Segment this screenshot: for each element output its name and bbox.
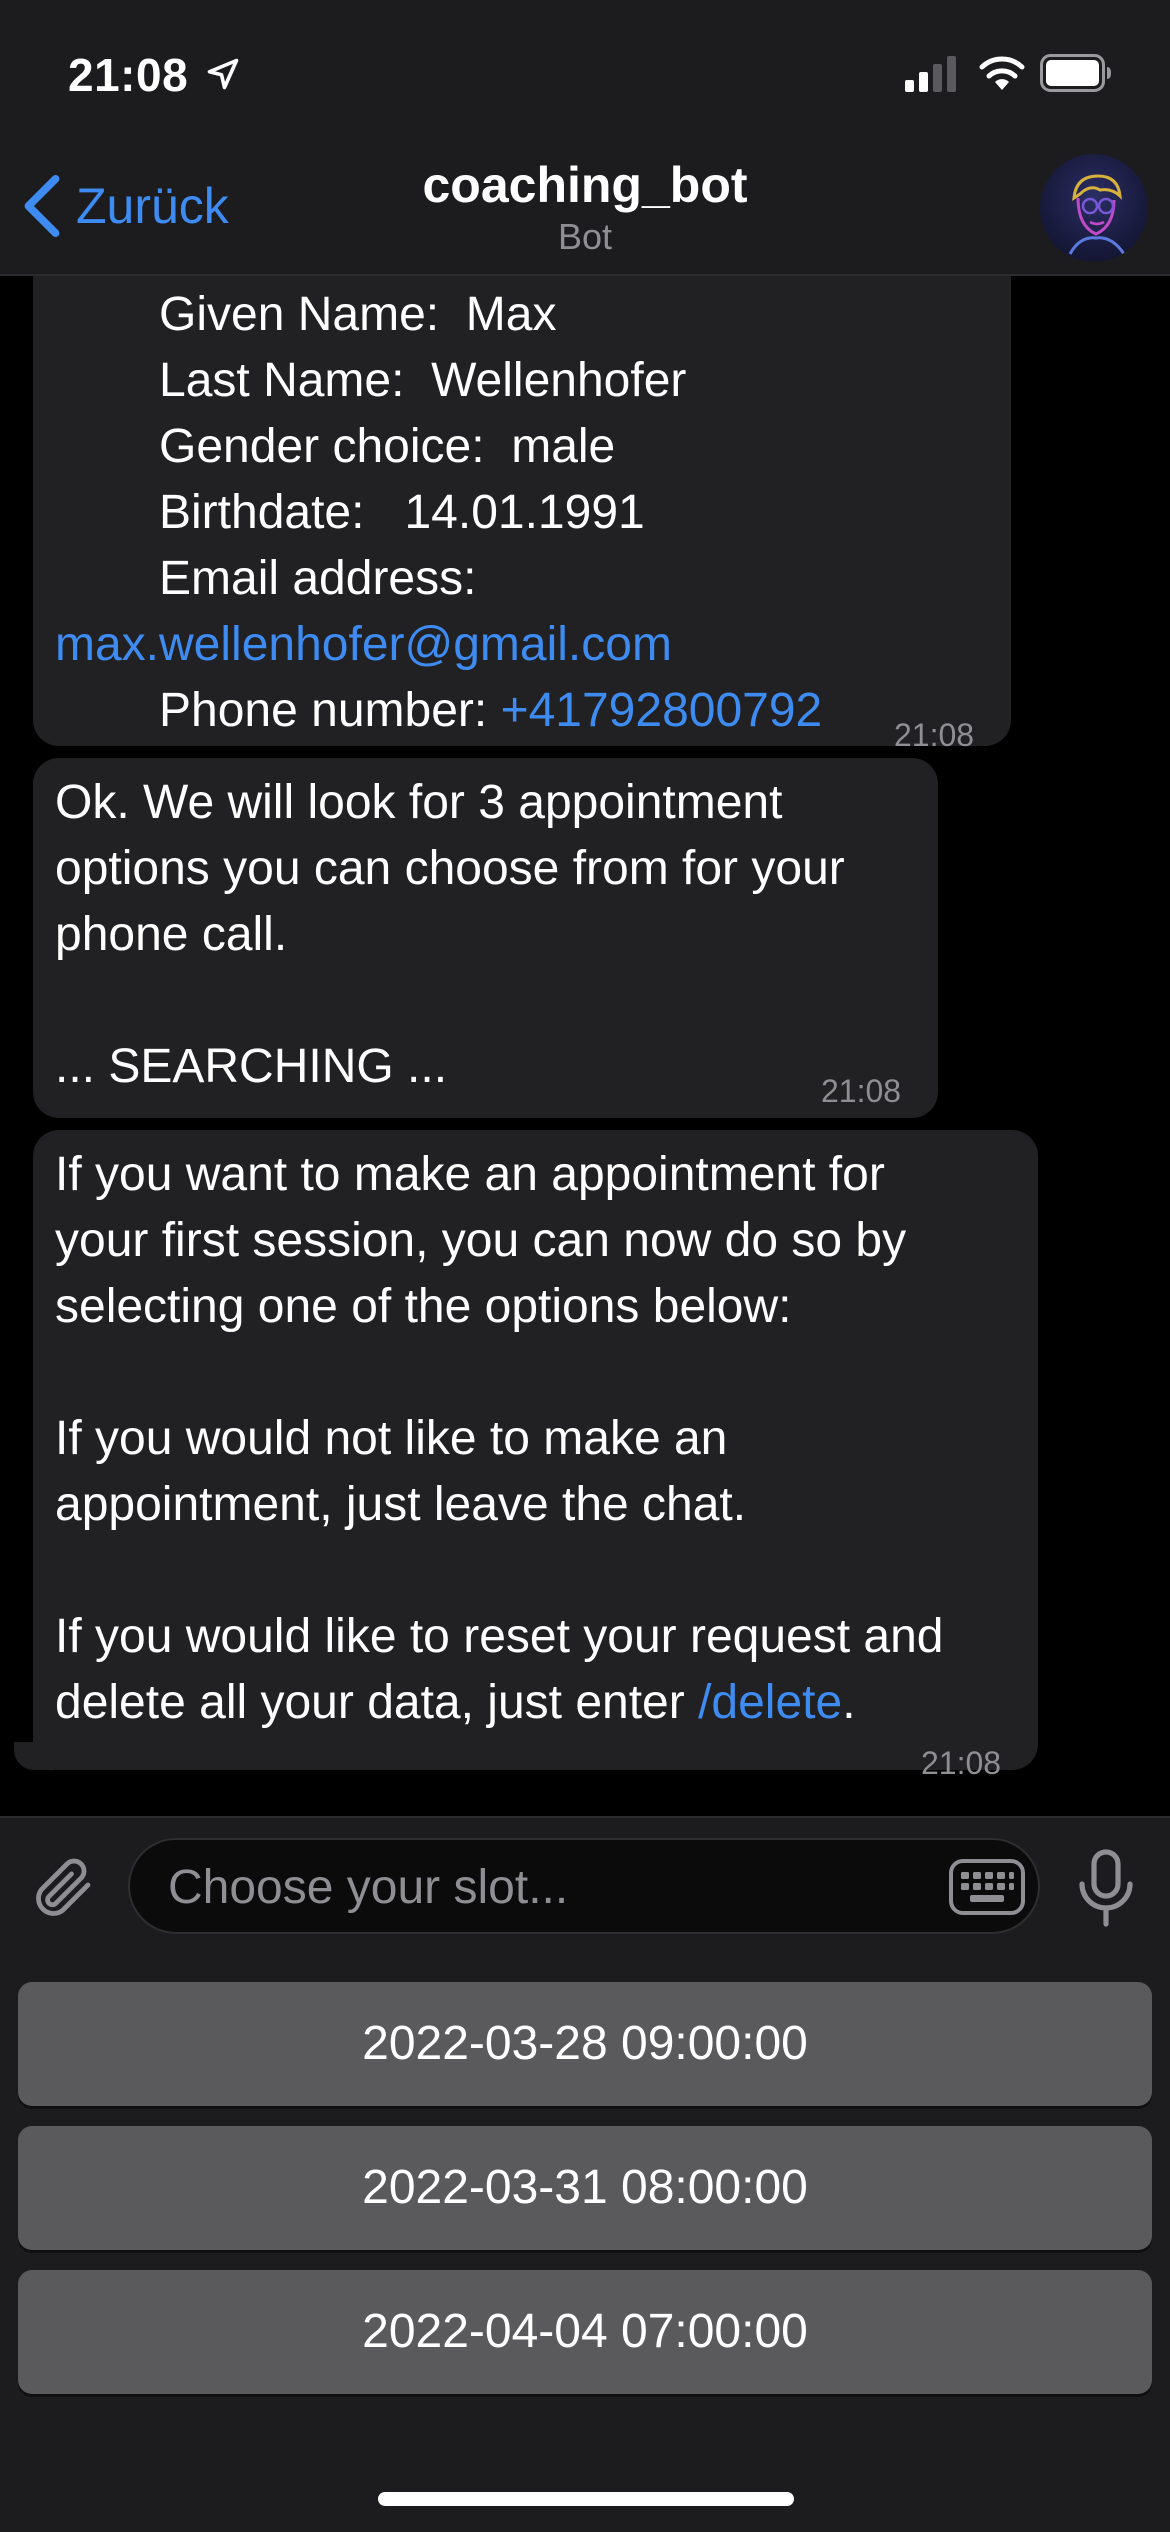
nav-bar: Zurück coaching_bot Bot — [0, 150, 1170, 276]
status-bar: 21:08 — [0, 0, 1170, 150]
field-birthdate: Birthdate: 14.01.1991 — [159, 486, 645, 539]
slot-option-button[interactable]: 2022-04-04 07:00:00 — [18, 2270, 1152, 2394]
message-input[interactable] — [166, 1840, 950, 1934]
avatar[interactable] — [1040, 154, 1148, 262]
message-line: selecting one of the options below: — [55, 1280, 792, 1333]
message-time: 21:08 — [821, 1073, 902, 1109]
message-bubble-instructions: If you want to make an appointment for y… — [33, 1130, 1038, 1781]
input-bar — [0, 1816, 1170, 1958]
message-line: appointment, just leave the chat. — [55, 1478, 747, 1531]
chat-subtitle: Bot — [557, 216, 613, 257]
message-line: If you would not like to make an — [55, 1412, 728, 1465]
message-line: ... SEARCHING ... — [55, 1040, 448, 1093]
message-line: If you want to make an appointment for — [55, 1148, 885, 1201]
microphone-icon[interactable] — [1070, 1848, 1142, 1928]
location-arrow-icon — [207, 58, 239, 90]
message-line-delete: delete all your data, just enter /delete… — [55, 1676, 856, 1729]
message-line: phone call. — [55, 908, 288, 961]
message-line: your first session, you can now do so by — [55, 1214, 907, 1267]
home-indicator[interactable] — [378, 2492, 794, 2506]
slot-option-button[interactable]: 2022-03-31 08:00:00 — [18, 2126, 1152, 2250]
avatar-illustration — [1068, 174, 1126, 255]
message-field — [128, 1838, 1040, 1934]
delete-command-link[interactable]: /delete — [698, 1676, 842, 1729]
signal-icon — [905, 56, 956, 92]
chat-title[interactable]: coaching_bot — [0, 156, 1170, 214]
message-bubble-profile: Given Name: Max Last Name: Wellenhofer G… — [33, 276, 1011, 753]
message-line: options you can choose from for your — [55, 842, 845, 895]
field-email-label: Email address: — [159, 552, 477, 605]
email-link[interactable]: max.wellenhofer@gmail.com — [55, 612, 672, 678]
wifi-icon — [979, 56, 1025, 90]
keyboard-icon[interactable] — [948, 1858, 1026, 1916]
field-gender: Gender choice: male — [159, 420, 616, 473]
status-time: 21:08 — [68, 49, 189, 101]
field-phone: Phone number: +41792800792 — [159, 684, 823, 737]
battery-icon — [1040, 54, 1111, 92]
phone-link[interactable]: +41792800792 — [501, 684, 823, 737]
message-time: 21:08 — [921, 1745, 1002, 1781]
chat-area[interactable]: Given Name: Max Last Name: Wellenhofer G… — [0, 276, 1170, 1816]
bubble-tail — [14, 1742, 54, 1770]
reply-keyboard: 2022-03-28 09:00:00 2022-03-31 08:00:00 … — [0, 1956, 1170, 2532]
field-last-name: Last Name: Wellenhofer — [159, 354, 687, 407]
field-given-name: Given Name: Max — [159, 288, 557, 341]
message-line: If you would like to reset your request … — [55, 1610, 944, 1663]
message-bubble-searching: Ok. We will look for 3 appointment optio… — [33, 758, 938, 1118]
slot-option-button[interactable]: 2022-03-28 09:00:00 — [18, 1982, 1152, 2106]
paperclip-icon[interactable] — [28, 1852, 100, 1924]
message-line: Ok. We will look for 3 appointment — [55, 776, 783, 829]
